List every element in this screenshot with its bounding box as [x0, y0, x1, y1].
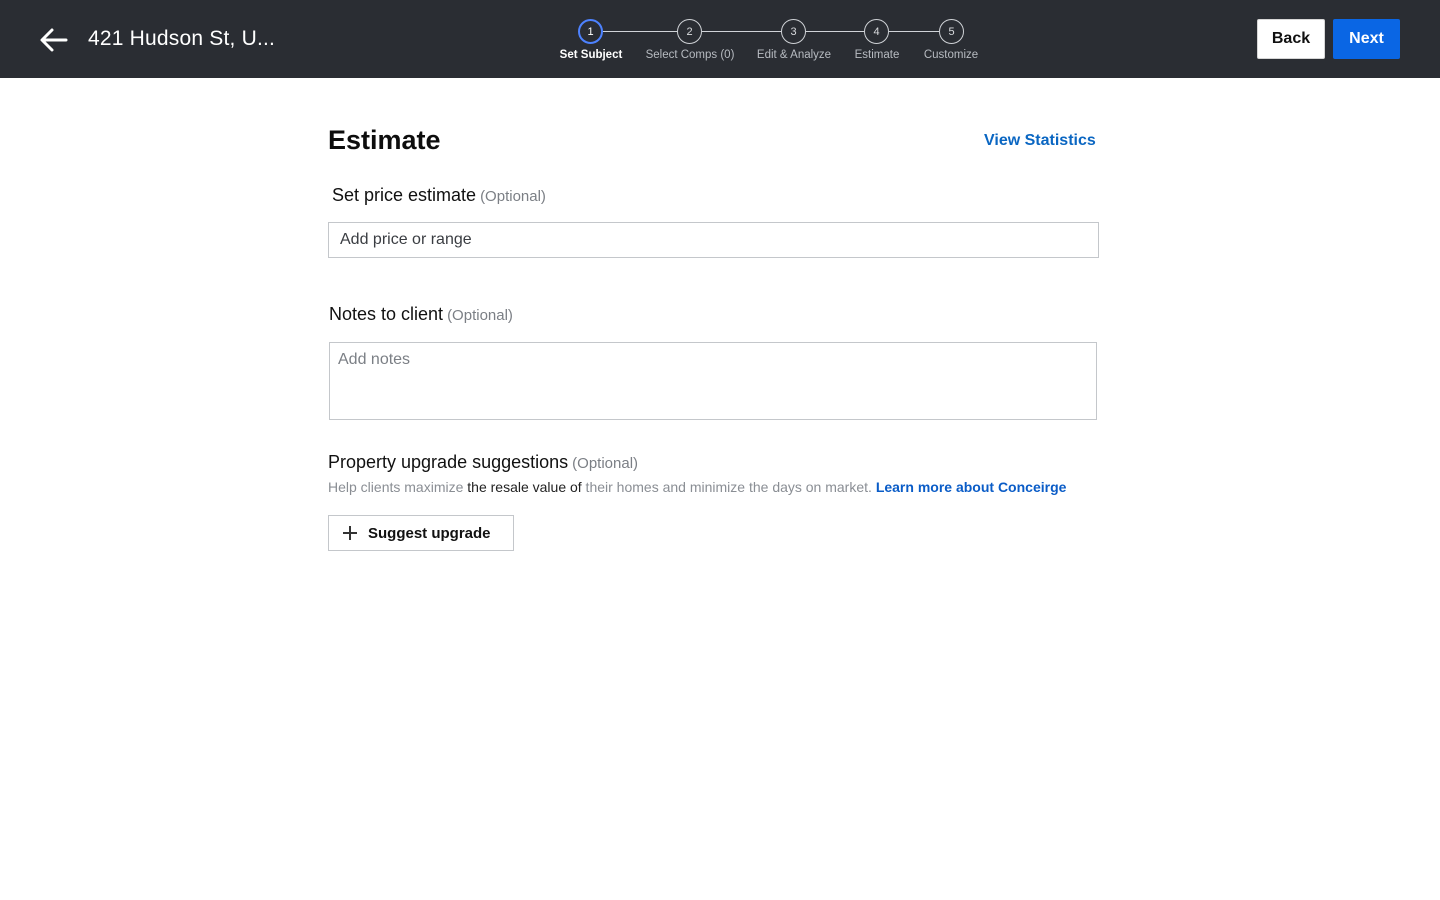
- page-title: Estimate: [328, 125, 441, 155]
- progress-stepper: 1 2 3 4 5 Set Subject Select Comps (0) E…: [0, 0, 1440, 78]
- step-connector: [603, 31, 677, 32]
- top-bar: 421 Hudson St, U... 1 2 3 4 5 Set Subjec…: [0, 0, 1440, 78]
- step-1-label[interactable]: Set Subject: [560, 49, 623, 61]
- learn-more-link[interactable]: Learn more about Conceirge: [876, 479, 1067, 495]
- step-2-circle[interactable]: 2: [677, 19, 702, 44]
- upgrade-suggestions-label-text: Property upgrade suggestions: [328, 452, 569, 472]
- back-button[interactable]: Back: [1257, 19, 1325, 59]
- optional-tag: (Optional): [572, 455, 639, 472]
- notes-input[interactable]: [329, 342, 1097, 420]
- step-3-circle[interactable]: 3: [781, 19, 806, 44]
- step-1-circle[interactable]: 1: [578, 19, 603, 44]
- step-connector: [889, 31, 939, 32]
- price-estimate-label-text: Set price estimate: [332, 185, 477, 205]
- help-text-emphasis: the resale value of: [467, 479, 582, 495]
- step-5-circle[interactable]: 5: [939, 19, 964, 44]
- help-text-part: their homes and minimize the days on mar…: [581, 479, 876, 495]
- price-estimate-input[interactable]: [328, 222, 1099, 258]
- suggest-upgrade-button[interactable]: Suggest upgrade: [328, 515, 514, 551]
- upgrade-help-text: Help clients maximize the resale value o…: [328, 479, 1066, 495]
- notes-label-text: Notes to client: [329, 304, 444, 324]
- plus-icon: [343, 526, 357, 540]
- view-statistics-link[interactable]: View Statistics: [984, 132, 1096, 150]
- suggest-upgrade-label: Suggest upgrade: [368, 524, 491, 542]
- step-connector: [806, 31, 864, 32]
- step-connector: [702, 31, 781, 32]
- optional-tag: (Optional): [447, 307, 513, 324]
- step-2-label[interactable]: Select Comps (0): [646, 49, 735, 61]
- notes-label: Notes to client (Optional): [329, 304, 513, 325]
- next-button[interactable]: Next: [1333, 19, 1400, 59]
- step-4-circle[interactable]: 4: [864, 19, 889, 44]
- upgrade-suggestions-label: Property upgrade suggestions (Optional): [328, 452, 638, 473]
- help-text-part: Help clients maximize: [328, 479, 468, 495]
- step-3-label[interactable]: Edit & Analyze: [757, 49, 831, 61]
- price-estimate-label: Set price estimate (Optional): [332, 185, 546, 206]
- optional-tag: (Optional): [480, 188, 546, 205]
- step-4-label[interactable]: Estimate: [855, 49, 900, 61]
- step-5-label[interactable]: Customize: [924, 49, 978, 61]
